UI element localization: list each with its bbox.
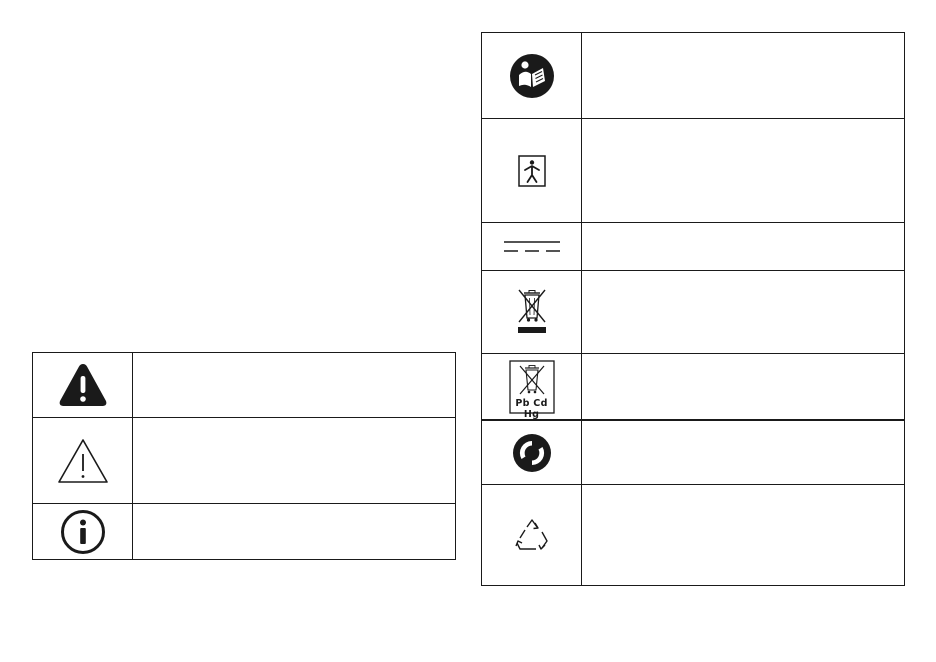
icon-cell (33, 504, 133, 559)
symbol-row (33, 418, 455, 504)
symbol-row (482, 271, 904, 354)
icon-cell (33, 353, 133, 417)
icon-cell (482, 119, 582, 222)
symbols-table-right: Pb Cd Hg (481, 32, 905, 586)
symbol-description (582, 421, 904, 484)
symbol-description (133, 418, 455, 503)
icon-cell: Pb Cd Hg (482, 354, 582, 420)
symbols-table-left (32, 352, 456, 560)
information-icon (60, 509, 105, 554)
read-manual-icon (509, 53, 554, 98)
symbol-row: Pb Cd Hg (482, 354, 904, 421)
symbol-description (582, 119, 904, 222)
warning-outline-icon (57, 438, 108, 483)
icon-cell (482, 421, 582, 484)
symbol-description (582, 271, 904, 353)
direct-current-icon (503, 240, 560, 252)
icon-cell (482, 485, 582, 585)
type-bf-applied-part-icon (517, 154, 546, 187)
icon-cell (482, 271, 582, 353)
icon-cell (482, 33, 582, 118)
symbol-row (482, 223, 904, 271)
icon-cell (482, 223, 582, 270)
symbol-row (482, 33, 904, 119)
symbol-row (482, 485, 904, 585)
symbol-row (482, 119, 904, 223)
battery-disposal-icon: Pb Cd Hg (508, 359, 555, 420)
battery-disposal-label: Pb Cd Hg (515, 397, 548, 420)
symbol-description (133, 353, 455, 417)
symbol-description (582, 223, 904, 270)
symbol-row (33, 504, 455, 559)
weee-crossed-bin-icon (517, 289, 546, 333)
warning-filled-icon (59, 364, 106, 406)
symbol-row (482, 421, 904, 485)
icon-cell (33, 418, 133, 503)
symbol-description (582, 33, 904, 118)
green-dot-icon (512, 433, 551, 472)
symbol-row (33, 353, 455, 418)
symbol-description (582, 354, 904, 419)
symbol-description (133, 504, 455, 559)
recycling-icon (514, 519, 548, 550)
symbol-description (582, 485, 904, 585)
